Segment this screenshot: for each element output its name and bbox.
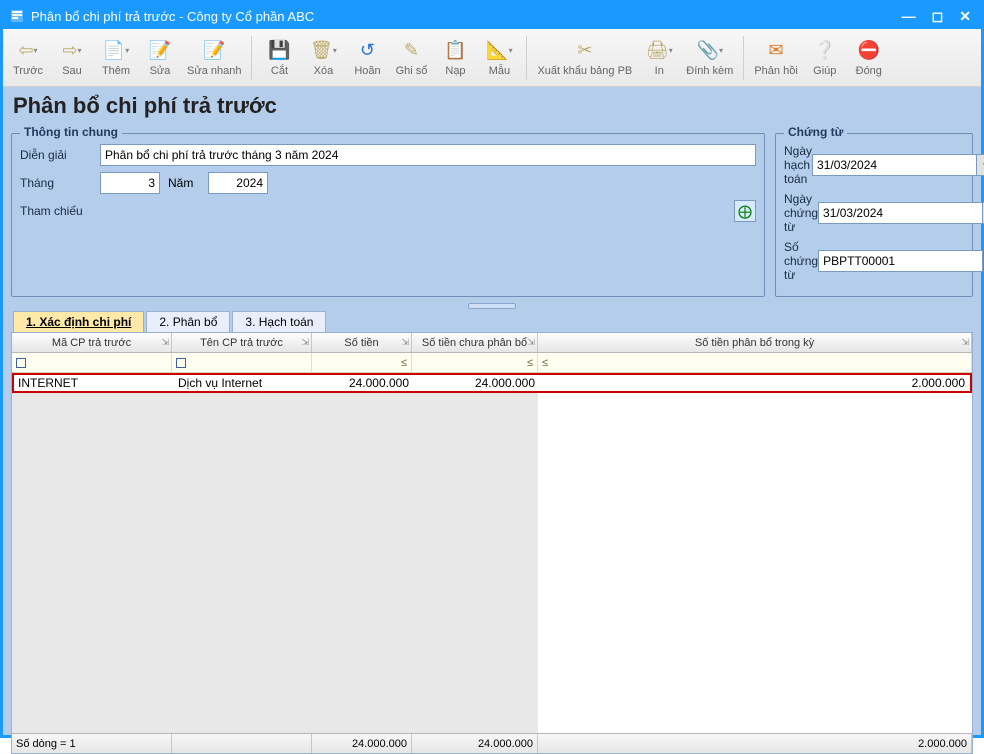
footer-rowcount: Số dòng = 1 bbox=[12, 734, 172, 753]
quickedit-icon: 📝 bbox=[202, 39, 226, 63]
col-amount-header[interactable]: Số tiền⇲ bbox=[312, 333, 412, 352]
general-info-legend: Thông tin chung bbox=[20, 125, 122, 139]
grid-body bbox=[12, 393, 972, 733]
post-button[interactable]: ✎Ghi sổ bbox=[390, 32, 432, 84]
footer-sum-amount: 24.000.000 bbox=[312, 734, 412, 753]
col-name-header[interactable]: Tên CP trả trước⇲ bbox=[172, 333, 312, 352]
attach-button[interactable]: 📎▾Đính kèm bbox=[682, 32, 737, 84]
titlebar: Phân bổ chi phí trả trước - Công ty Cổ p… bbox=[3, 3, 981, 29]
col-period-header[interactable]: Số tiền phân bổ trong kỳ⇲ bbox=[538, 333, 972, 352]
year-label: Năm bbox=[168, 176, 208, 190]
close-window-button[interactable]: ✕ bbox=[955, 8, 975, 25]
tab-determine-cost[interactable]: 1. Xác định chi phí bbox=[13, 311, 144, 332]
add-reference-button[interactable]: ⨁ bbox=[734, 200, 756, 222]
maximize-button[interactable]: ◻ bbox=[928, 8, 948, 25]
grid-header: Mã CP trả trước⇲ Tên CP trả trước⇲ Số ti… bbox=[12, 333, 972, 353]
cut-button[interactable]: 💾Cắt bbox=[258, 32, 300, 84]
year-input[interactable] bbox=[208, 172, 268, 194]
window-controls: — ◻ ✕ bbox=[898, 8, 975, 25]
month-input[interactable] bbox=[100, 172, 160, 194]
docdate-input[interactable] bbox=[818, 202, 983, 224]
edit-button[interactable]: 📝Sửa bbox=[139, 32, 181, 84]
undo-icon: ↺ bbox=[355, 39, 379, 63]
docno-label: Số chứng từ bbox=[784, 240, 818, 282]
cost-grid: Mã CP trả trước⇲ Tên CP trả trước⇲ Số ti… bbox=[11, 332, 973, 754]
edit-icon: 📝 bbox=[148, 39, 172, 63]
ref-label: Tham chiếu bbox=[20, 204, 100, 218]
page-title: Phân bổ chi phí trả trước bbox=[13, 93, 973, 119]
load-button[interactable]: 📋Nạp bbox=[434, 32, 476, 84]
load-icon: 📋 bbox=[443, 39, 467, 63]
postdate-dropdown[interactable]: ▾ bbox=[977, 154, 984, 176]
col-unalloc-header[interactable]: Số tiền chưa phân bổ⇲ bbox=[412, 333, 538, 352]
save-icon: 💾 bbox=[267, 39, 291, 63]
help-button[interactable]: ❔Giúp bbox=[804, 32, 846, 84]
help-icon: ❔ bbox=[813, 39, 837, 63]
tab-allocate[interactable]: 2. Phân bổ bbox=[146, 311, 230, 332]
delete-button[interactable]: 🗑▾Xóa bbox=[302, 32, 344, 84]
filter-icon bbox=[16, 358, 26, 368]
cell-code[interactable]: INTERNET bbox=[14, 375, 174, 391]
table-row[interactable]: INTERNET Dịch vụ Internet 24.000.000 24.… bbox=[12, 373, 972, 393]
desc-input[interactable] bbox=[100, 144, 756, 166]
quickedit-button[interactable]: 📝Sửa nhanh bbox=[183, 32, 245, 84]
col-code-header[interactable]: Mã CP trả trước⇲ bbox=[12, 333, 172, 352]
docdate-label: Ngày chứng từ bbox=[784, 192, 818, 234]
month-label: Tháng bbox=[20, 176, 100, 190]
close-icon: ⛔ bbox=[857, 39, 881, 63]
undo-button[interactable]: ↺Hoãn bbox=[346, 32, 388, 84]
grid-filter-row[interactable]: ≤ ≤ ≤ bbox=[12, 353, 972, 373]
docno-input[interactable] bbox=[818, 250, 983, 272]
export-button[interactable]: ✂Xuất khẩu bảng PB bbox=[533, 32, 636, 84]
postdate-label: Ngày hạch toán bbox=[784, 144, 812, 186]
desc-label: Diễn giải bbox=[20, 148, 100, 162]
footer-sum-period: 2.000.000 bbox=[538, 734, 972, 753]
next-button[interactable]: ⇨▾Sau bbox=[51, 32, 93, 84]
cell-period[interactable]: 2.000.000 bbox=[540, 375, 970, 391]
export-icon: ✂ bbox=[573, 39, 597, 63]
attach-icon: 📎▾ bbox=[698, 39, 722, 63]
print-button[interactable]: 🖨▾In bbox=[638, 32, 680, 84]
postdate-input[interactable] bbox=[812, 154, 977, 176]
toolbar: ⇦▾Trước ⇨▾Sau 📄▾Thêm 📝Sửa 📝Sửa nhanh 💾Cắ… bbox=[3, 29, 981, 87]
app-icon bbox=[9, 8, 25, 24]
splitter[interactable] bbox=[11, 301, 973, 311]
delete-icon: 🗑▾ bbox=[311, 39, 335, 63]
content-area: Phân bổ chi phí trả trước Thông tin chun… bbox=[3, 87, 981, 735]
feedback-button[interactable]: ✉Phản hồi bbox=[750, 32, 801, 84]
document-panel: Chứng từ Ngày hạch toán ▾ Ngày chứng từ … bbox=[775, 133, 973, 297]
minimize-button[interactable]: — bbox=[898, 8, 920, 25]
cell-unalloc[interactable]: 24.000.000 bbox=[414, 375, 540, 391]
post-icon: ✎ bbox=[399, 39, 423, 63]
template-button[interactable]: 📐▾Mẫu bbox=[478, 32, 520, 84]
template-icon: 📐▾ bbox=[487, 39, 511, 63]
mail-icon: ✉ bbox=[764, 39, 788, 63]
cell-amount[interactable]: 24.000.000 bbox=[314, 375, 414, 391]
document-legend: Chứng từ bbox=[784, 125, 847, 139]
add-button[interactable]: 📄▾Thêm bbox=[95, 32, 137, 84]
window-title: Phân bổ chi phí trả trước - Công ty Cổ p… bbox=[31, 9, 898, 24]
tabs: 1. Xác định chi phí 2. Phân bổ 3. Hạch t… bbox=[11, 311, 973, 332]
footer-sum-unalloc: 24.000.000 bbox=[412, 734, 538, 753]
grid-footer: Số dòng = 1 24.000.000 24.000.000 2.000.… bbox=[12, 733, 972, 753]
add-icon: 📄▾ bbox=[104, 39, 128, 63]
close-button[interactable]: ⛔Đóng bbox=[848, 32, 890, 84]
tab-accounting[interactable]: 3. Hạch toán bbox=[232, 311, 326, 332]
prev-button[interactable]: ⇦▾Trước bbox=[7, 32, 49, 84]
general-info-panel: Thông tin chung Diễn giải Tháng Năm Tham… bbox=[11, 133, 765, 297]
filter-icon bbox=[176, 358, 186, 368]
cell-name[interactable]: Dịch vụ Internet bbox=[174, 375, 314, 391]
print-icon: 🖨▾ bbox=[647, 39, 671, 63]
